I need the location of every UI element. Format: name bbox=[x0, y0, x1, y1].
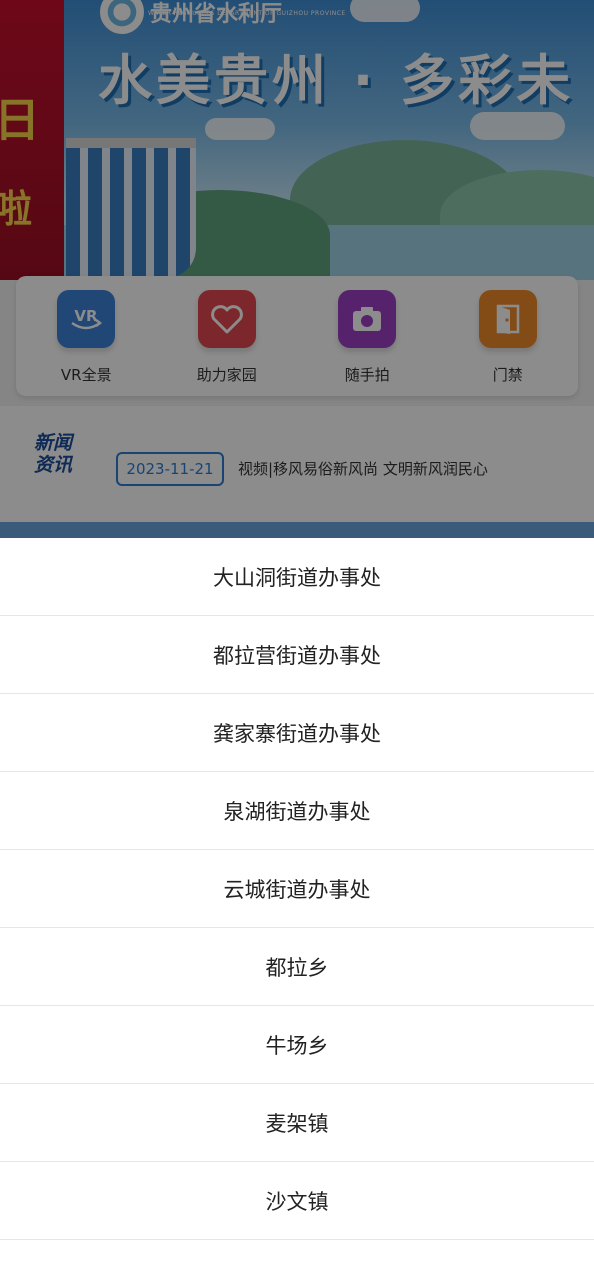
picker-option[interactable]: 沙文镇 bbox=[0, 1162, 594, 1240]
picker-option[interactable]: 麦架镇 bbox=[0, 1084, 594, 1162]
picker-option[interactable]: 龚家寨街道办事处 bbox=[0, 694, 594, 772]
picker-option[interactable]: 都拉营街道办事处 bbox=[0, 616, 594, 694]
township-picker-sheet: 大山洞街道办事处 都拉营街道办事处 龚家寨街道办事处 泉湖街道办事处 云城街道办… bbox=[0, 538, 594, 1280]
picker-option[interactable]: 都拉乡 bbox=[0, 928, 594, 1006]
picker-option[interactable]: 云城街道办事处 bbox=[0, 850, 594, 928]
picker-option[interactable]: 牛场乡 bbox=[0, 1006, 594, 1084]
picker-option[interactable]: 泉湖街道办事处 bbox=[0, 772, 594, 850]
modal-overlay[interactable] bbox=[0, 0, 594, 538]
picker-option[interactable]: 大山洞街道办事处 bbox=[0, 538, 594, 616]
